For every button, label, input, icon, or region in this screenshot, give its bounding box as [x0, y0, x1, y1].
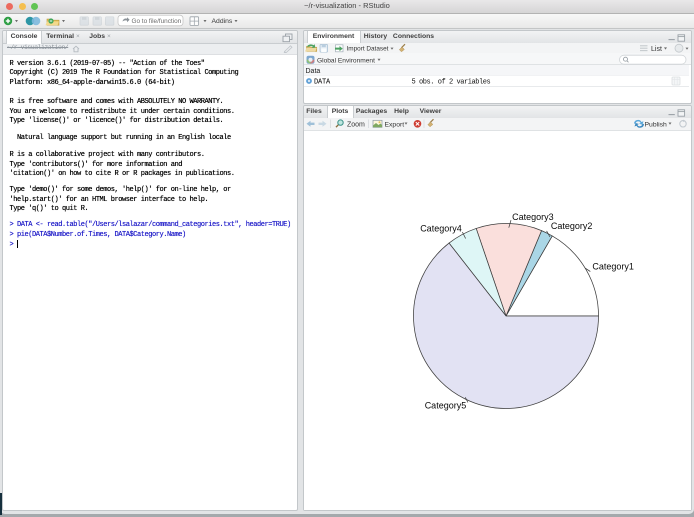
svg-text:Zoom: Zoom	[347, 121, 365, 128]
svg-text:Category1: Category1	[592, 261, 634, 271]
svg-text:Global Environment: Global Environment	[317, 57, 375, 64]
svg-text:List: List	[651, 46, 662, 53]
svg-text:Publish: Publish	[644, 121, 667, 128]
svg-text:Go to file/function: Go to file/function	[132, 17, 182, 24]
svg-text:Export: Export	[384, 121, 404, 128]
svg-text:Category4: Category4	[420, 223, 462, 233]
svg-text:Category2: Category2	[550, 221, 592, 231]
svg-text:Import Dataset: Import Dataset	[346, 45, 388, 52]
svg-text:Addins: Addins	[212, 18, 233, 25]
svg-text:DATA: DATA	[314, 78, 331, 86]
svg-text:Category3: Category3	[512, 212, 554, 222]
svg-text:Data: Data	[305, 68, 320, 75]
svg-text:5 obs. of 2 variables: 5 obs. of 2 variables	[411, 78, 490, 86]
svg-text:Category5: Category5	[424, 400, 466, 410]
